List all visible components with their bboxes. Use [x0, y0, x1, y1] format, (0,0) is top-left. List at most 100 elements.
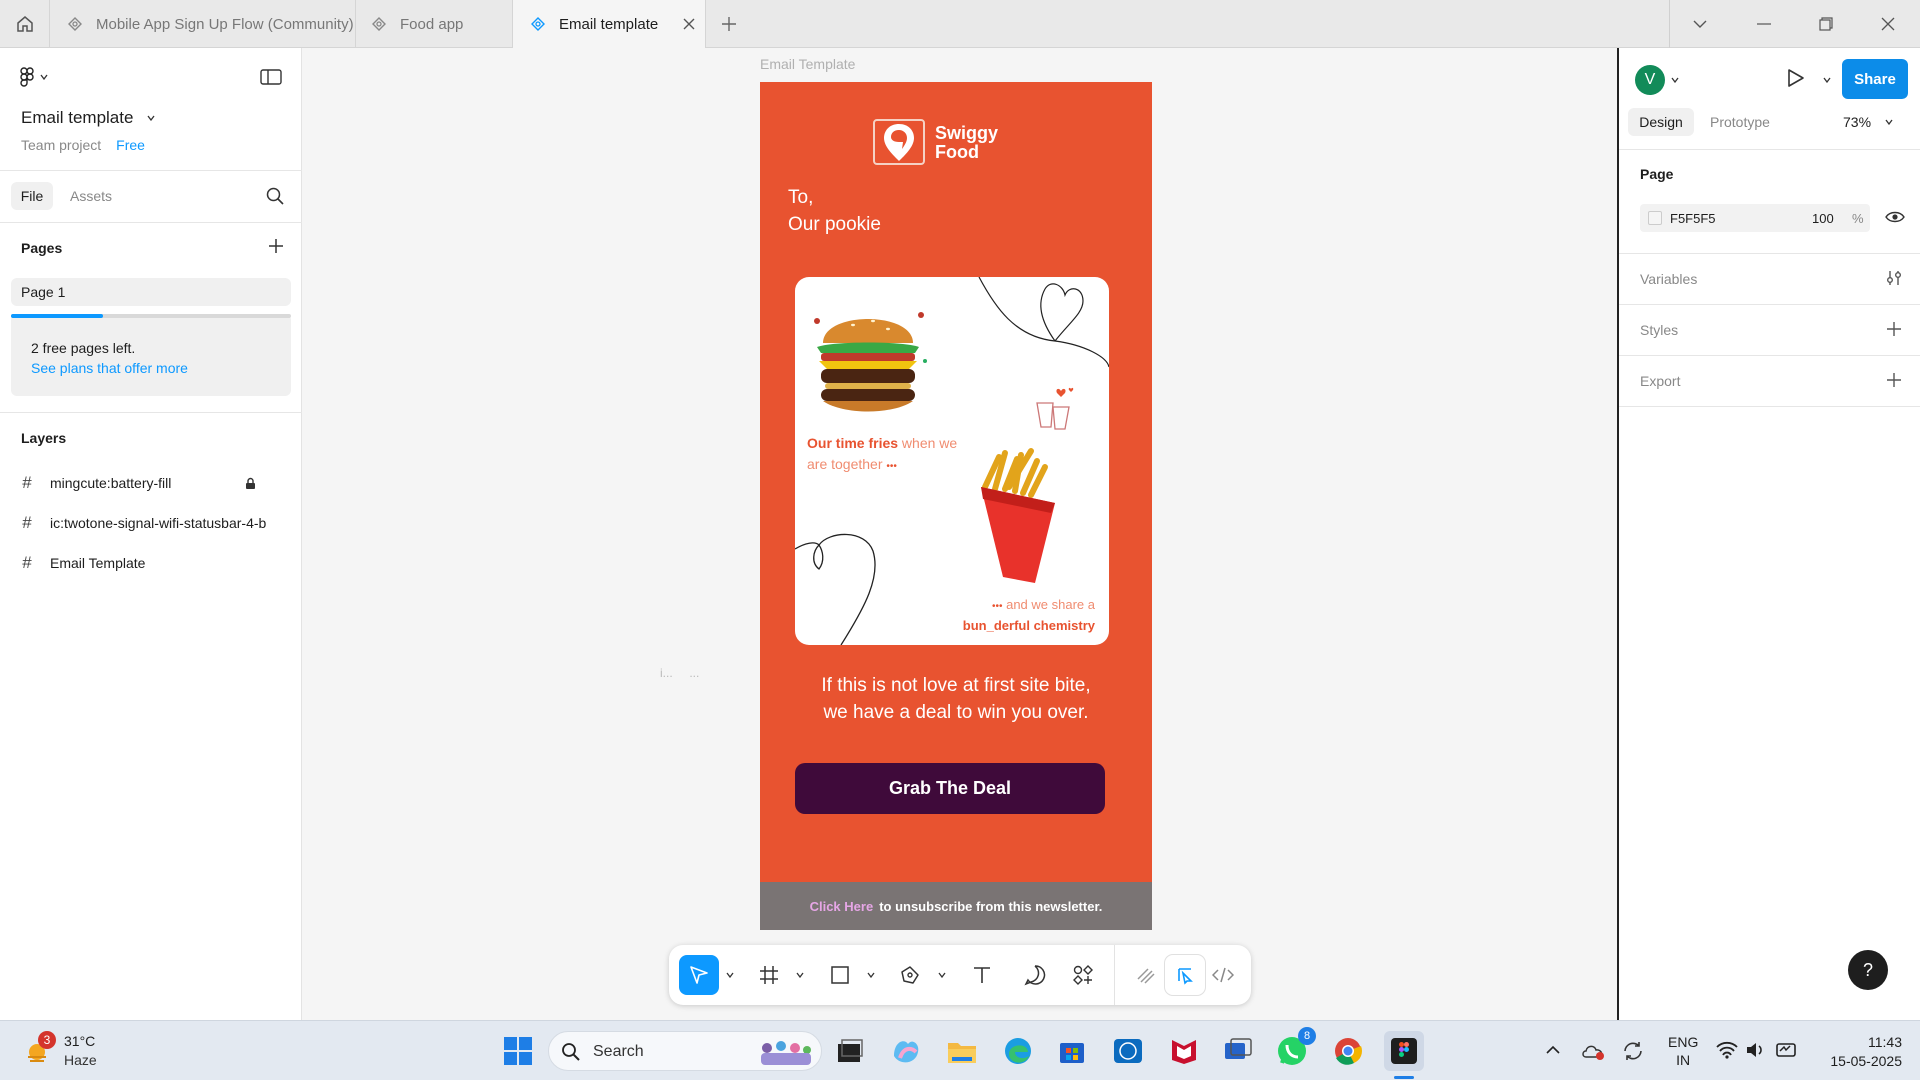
minimize-button[interactable]	[1734, 0, 1794, 48]
figma-app[interactable]	[1384, 1031, 1424, 1071]
plus-icon[interactable]	[1887, 373, 1901, 387]
whatsapp-app[interactable]: 8	[1272, 1027, 1316, 1071]
chevron-up-icon[interactable]	[1546, 1045, 1560, 1055]
tab-design[interactable]: Design	[1628, 108, 1694, 136]
language-indicator[interactable]: ENG IN	[1668, 1033, 1698, 1069]
layer-label: ic:twotone-signal-wifi-statusbar-4-b	[50, 515, 267, 531]
left-panel: Email template Team project Free File As…	[0, 48, 302, 1020]
unsubscribe-link[interactable]: Click Here	[810, 899, 874, 914]
tab-prototype[interactable]: Prototype	[1710, 114, 1770, 130]
wifi-icon[interactable]	[1716, 1041, 1738, 1059]
chevron-down-icon[interactable]	[1671, 77, 1679, 83]
page-heading: Page	[1640, 166, 1674, 182]
pages-usage-track	[11, 314, 291, 318]
onedrive-icon[interactable]	[1582, 1041, 1606, 1061]
eye-icon[interactable]	[1885, 210, 1905, 224]
volume-icon[interactable]	[1746, 1041, 1766, 1059]
share-button[interactable]: Share	[1842, 59, 1908, 99]
actions-tool-button[interactable]	[1063, 955, 1103, 995]
dev-mode-button[interactable]	[1203, 955, 1243, 995]
plus-icon	[722, 17, 736, 31]
dell-app[interactable]	[1108, 1031, 1148, 1071]
file-name[interactable]: Email template	[21, 108, 155, 128]
tab-mobile-app-sign-up[interactable]: Mobile App Sign Up Flow (Community)	[50, 0, 356, 48]
close-icon[interactable]	[682, 17, 696, 31]
taskbar-search[interactable]: Search	[548, 1031, 822, 1071]
edge-app[interactable]	[998, 1031, 1038, 1071]
main-menu-button[interactable]	[20, 66, 60, 88]
frame-label[interactable]: Email Template	[760, 56, 855, 72]
move-tool-button[interactable]	[679, 955, 719, 995]
page-item[interactable]: Page 1	[11, 278, 291, 306]
design-mode-button[interactable]	[1165, 955, 1205, 995]
weather-temp: 31°C	[64, 1033, 96, 1049]
file-explorer-app[interactable]	[942, 1031, 982, 1071]
tabs-dropdown-button[interactable]	[1670, 0, 1730, 48]
remote-app[interactable]	[1218, 1031, 1258, 1071]
lock-icon[interactable]	[245, 477, 256, 490]
add-page-button[interactable]	[268, 238, 284, 254]
clock[interactable]: 11:43 15-05-2025	[1812, 1033, 1902, 1071]
plus-icon[interactable]	[1887, 322, 1901, 336]
store-app[interactable]	[1052, 1031, 1092, 1071]
see-plans-link[interactable]: See plans that offer more	[31, 360, 188, 376]
email-template-frame[interactable]: Swiggy Food To, Our pookie Our time frie…	[760, 82, 1152, 930]
tab-email-template[interactable]: Email template	[513, 0, 706, 48]
frame-tool-button[interactable]	[749, 955, 789, 995]
search-button[interactable]	[266, 187, 286, 207]
tab-file[interactable]: File	[11, 182, 53, 210]
tab-design-label: Design	[1639, 114, 1683, 130]
new-tab-button[interactable]	[716, 12, 742, 36]
chevron-down-icon[interactable]	[867, 972, 875, 978]
zoom-value: 73%	[1843, 114, 1872, 130]
battery-icon[interactable]	[1774, 1041, 1798, 1059]
close-window-button[interactable]	[1858, 0, 1918, 48]
text-tool-button[interactable]	[962, 955, 1002, 995]
sync-icon[interactable]	[1622, 1040, 1644, 1062]
taskview-app[interactable]	[830, 1031, 870, 1071]
draw-mode-button[interactable]	[1126, 955, 1166, 995]
chrome-app[interactable]	[1328, 1031, 1368, 1071]
tagline-line2: are together	[807, 456, 883, 472]
pen-tool-button[interactable]	[890, 955, 930, 995]
body-line1: If this is not love at first site bite,	[821, 675, 1091, 696]
layer-label: Email Template	[50, 555, 146, 571]
weather-widget[interactable]: 3 31°C Haze	[22, 1029, 132, 1073]
variables-settings-icon[interactable]	[1885, 270, 1903, 286]
page-color-field[interactable]: F5F5F5 100 %	[1640, 204, 1870, 232]
grab-deal-button[interactable]: Grab The Deal	[795, 763, 1105, 814]
heart-doodle-top-icon	[978, 277, 1109, 368]
page-opacity-value[interactable]: 100	[1812, 211, 1834, 226]
page-item-label: Page 1	[21, 284, 66, 300]
layer-item[interactable]: # Email Template	[20, 552, 302, 574]
mcafee-icon	[1172, 1040, 1196, 1064]
restore-button[interactable]	[1796, 0, 1856, 48]
divider	[1619, 304, 1920, 305]
home-button[interactable]	[0, 0, 50, 48]
tagline-bold: bun_derful chemistry	[962, 618, 1095, 633]
layer-item[interactable]: # ic:twotone-signal-wifi-statusbar-4-b	[20, 512, 302, 534]
plan-badge[interactable]: Free	[116, 137, 145, 153]
copilot-app[interactable]	[886, 1031, 926, 1071]
user-avatar[interactable]: V	[1635, 65, 1665, 95]
toggle-sidebar-button[interactable]	[260, 68, 282, 86]
chevron-down-icon[interactable]	[938, 972, 946, 978]
zoom-dropdown[interactable]: 73%	[1843, 114, 1893, 130]
design-mode-icon	[1178, 968, 1193, 985]
shape-tool-button[interactable]	[820, 955, 860, 995]
start-button[interactable]	[498, 1031, 538, 1071]
tab-assets[interactable]: Assets	[70, 188, 112, 204]
layer-item[interactable]: # mingcute:battery-fill	[20, 472, 302, 494]
help-button[interactable]: ?	[1848, 950, 1888, 990]
tab-food-app[interactable]: Food app	[356, 0, 513, 48]
chevron-down-icon[interactable]	[1823, 77, 1831, 83]
mcafee-app[interactable]	[1164, 1031, 1204, 1071]
comment-tool-button[interactable]	[1015, 955, 1055, 995]
present-button[interactable]	[1787, 68, 1809, 92]
page-color-value[interactable]: F5F5F5	[1670, 211, 1716, 226]
chevron-down-icon[interactable]	[726, 972, 734, 978]
burger-image-icon	[814, 312, 927, 412]
chevron-down-icon[interactable]	[796, 972, 804, 978]
chevron-down-icon	[1885, 119, 1893, 125]
color-swatch[interactable]	[1648, 211, 1662, 225]
